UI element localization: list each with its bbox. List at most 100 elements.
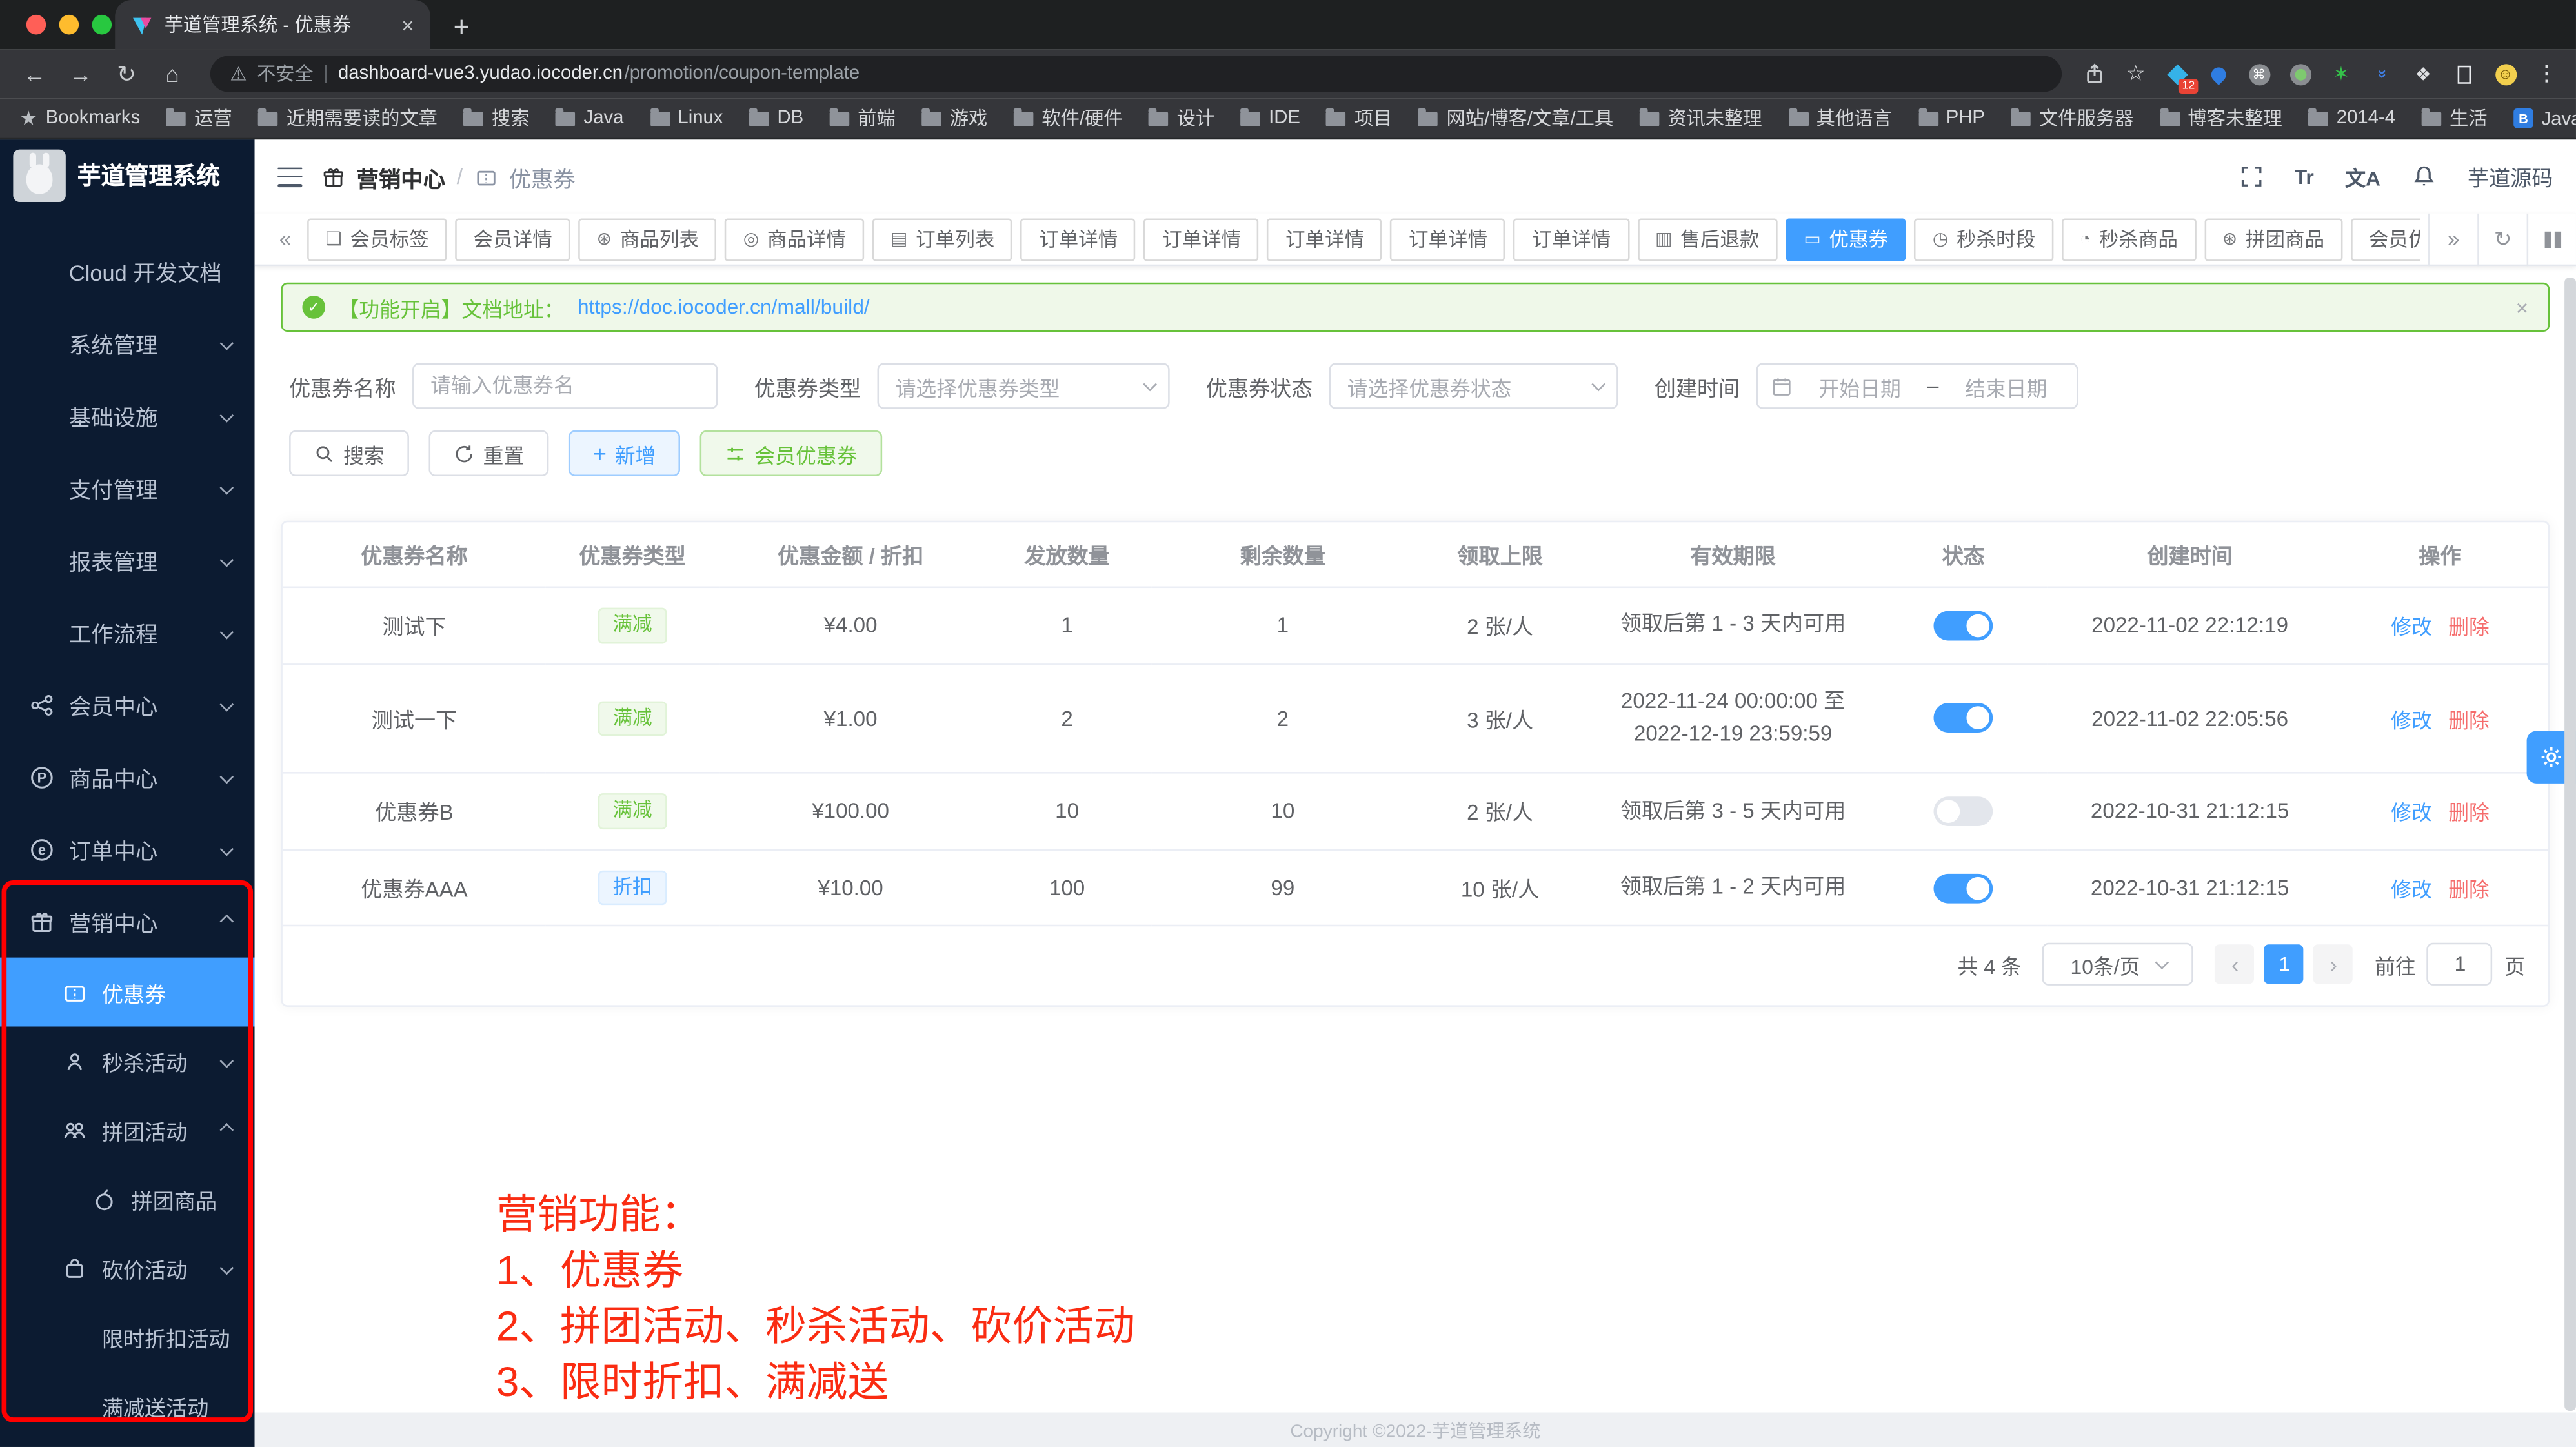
search-button[interactable]: 搜索 bbox=[289, 430, 409, 476]
new-tab-button[interactable]: + bbox=[454, 6, 470, 49]
extension-chevrons-icon[interactable]: » bbox=[2369, 61, 2395, 87]
page-tab[interactable]: 订单详情 bbox=[1144, 218, 1259, 260]
fullscreen-icon[interactable] bbox=[2239, 164, 2263, 188]
sidebar-menu-item[interactable]: 秒杀活动 bbox=[0, 1027, 255, 1096]
edit-link[interactable]: 修改 bbox=[2391, 879, 2432, 902]
page-tab[interactable]: ⊛ 拼团商品 bbox=[2204, 218, 2342, 260]
sidebar-menu-item[interactable]: 拼团活动 bbox=[0, 1095, 255, 1164]
browser-tab[interactable]: 芋道管理系统 - 优惠券 × bbox=[115, 0, 430, 49]
minimize-window-button[interactable] bbox=[59, 15, 79, 35]
status-toggle[interactable] bbox=[1934, 611, 1993, 640]
sidebar-menu-item[interactable]: 基础设施 bbox=[0, 379, 255, 452]
extension-star-icon[interactable]: ✶ bbox=[2328, 61, 2355, 87]
bookmark-item[interactable]: 软件/硬件 bbox=[1014, 105, 1123, 132]
coupon-type-select[interactable]: 请选择优惠券类型 bbox=[878, 363, 1170, 409]
reload-icon[interactable]: ↻ bbox=[108, 60, 145, 88]
end-date-placeholder[interactable]: 结束日期 bbox=[1949, 370, 2064, 401]
extension-panel-icon[interactable] bbox=[2451, 61, 2477, 87]
page-tab[interactable]: ▥ 售后退款 bbox=[1637, 218, 1777, 260]
sidebar-menu-item[interactable]: 系统管理 bbox=[0, 307, 255, 379]
start-date-placeholder[interactable]: 开始日期 bbox=[1802, 370, 1917, 401]
edit-link[interactable]: 修改 bbox=[2391, 709, 2432, 733]
bookmark-item[interactable]: 资讯未整理 bbox=[1640, 105, 1762, 132]
bookmark-item[interactable]: DB bbox=[749, 105, 803, 132]
window-controls[interactable] bbox=[26, 15, 112, 35]
forward-icon[interactable]: → bbox=[63, 61, 99, 87]
prev-page-button[interactable]: ‹ bbox=[2215, 945, 2255, 984]
status-toggle[interactable] bbox=[1934, 796, 1993, 826]
page-tab[interactable]: 订单详情 bbox=[1021, 218, 1136, 260]
delete-link[interactable]: 删除 bbox=[2448, 802, 2490, 825]
bookmark-item[interactable]: 设计 bbox=[1149, 105, 1214, 132]
sidebar-menu-item[interactable]: 订单中心 bbox=[0, 813, 255, 885]
page-tab[interactable]: ◷ 秒杀时段 bbox=[1915, 218, 2053, 260]
current-page-button[interactable]: 1 bbox=[2264, 945, 2304, 984]
share-icon[interactable] bbox=[2082, 61, 2108, 87]
profile-avatar[interactable]: ☺ bbox=[2492, 61, 2519, 87]
app-logo-row[interactable]: 芋道管理系统 bbox=[0, 139, 255, 210]
sidebar-menu-item[interactable]: 工作流程 bbox=[0, 596, 255, 669]
page-scrollbar[interactable] bbox=[2564, 265, 2576, 1447]
bookmark-item[interactable]: IDE bbox=[1241, 105, 1300, 132]
bookmark-item[interactable]: 网站/博客/文章/工具 bbox=[1418, 105, 1613, 132]
sidebar-menu-item[interactable]: 拼团商品 bbox=[0, 1164, 255, 1233]
coupon-status-select[interactable]: 请选择优惠券状态 bbox=[1329, 363, 1618, 409]
status-toggle[interactable] bbox=[1934, 873, 1993, 903]
edit-link[interactable]: 修改 bbox=[2391, 802, 2432, 825]
bookmark-item[interactable]: PHP bbox=[1918, 105, 1985, 132]
bookmark-item[interactable]: 博客未整理 bbox=[2160, 105, 2282, 132]
page-tab[interactable]: 订单详情 bbox=[1391, 218, 1505, 260]
close-window-button[interactable] bbox=[26, 15, 46, 35]
page-tab[interactable]: ▤ 订单列表 bbox=[872, 218, 1012, 260]
home-icon[interactable]: ⌂ bbox=[154, 61, 190, 87]
page-tab[interactable]: ◎ 商品详情 bbox=[725, 218, 864, 260]
sidebar-menu-item[interactable]: 满减送活动 bbox=[0, 1371, 255, 1441]
bookmark-item[interactable]: Java bbox=[556, 105, 623, 132]
page-tab[interactable]: 订单详情 bbox=[1514, 218, 1629, 260]
bookmark-item[interactable]: 2014-4 bbox=[2309, 105, 2395, 132]
sidebar-menu-item[interactable]: 报表管理 bbox=[0, 524, 255, 596]
sidebar-menu-item[interactable]: Cloud 开发文档 bbox=[0, 235, 255, 307]
next-page-button[interactable]: › bbox=[2314, 945, 2353, 984]
status-toggle[interactable] bbox=[1934, 703, 1993, 733]
page-tab[interactable]: ❏ 会员标签 bbox=[308, 218, 447, 260]
bookmark-item[interactable]: 前端 bbox=[830, 105, 896, 132]
bookmark-item[interactable]: 近期需要读的文章 bbox=[258, 105, 438, 132]
sidebar-menu-item[interactable]: 商品中心 bbox=[0, 741, 255, 813]
extension-diamond-icon[interactable]: 12 bbox=[2164, 61, 2190, 87]
refresh-page-icon[interactable]: ↻ bbox=[2477, 213, 2526, 265]
sidebar-menu-item[interactable]: 营销中心 bbox=[0, 885, 255, 958]
coupon-name-input[interactable] bbox=[412, 363, 718, 409]
bookmark-item[interactable]: 项目 bbox=[1327, 105, 1393, 132]
locale-icon[interactable]: 文A bbox=[2345, 161, 2380, 192]
page-tab[interactable]: 订单详情 bbox=[1267, 218, 1382, 260]
member-coupon-button[interactable]: 会员优惠券 bbox=[700, 430, 881, 476]
bookmark-item[interactable]: B Java开发 | 小组首... bbox=[2513, 105, 2576, 132]
page-tab[interactable]: 会员优惠券 bbox=[2351, 218, 2420, 260]
edit-link[interactable]: 修改 bbox=[2391, 616, 2432, 640]
scrollbar-thumb[interactable] bbox=[2564, 278, 2576, 1411]
create-button[interactable]: + 新增 bbox=[569, 430, 681, 476]
sidebar-menu-item[interactable]: 砍价活动 bbox=[0, 1233, 255, 1302]
bookmark-item[interactable]: 游戏 bbox=[921, 105, 987, 132]
sidebar-menu-item[interactable]: 优惠券 bbox=[0, 958, 255, 1027]
tab-close-icon[interactable]: × bbox=[401, 12, 414, 37]
sidebar-menu-item[interactable]: 支付管理 bbox=[0, 452, 255, 524]
bookmark-item[interactable]: Linux bbox=[650, 105, 723, 132]
bookmark-item[interactable]: 文件服务器 bbox=[2011, 105, 2134, 132]
delete-link[interactable]: 删除 bbox=[2448, 616, 2490, 640]
page-tab[interactable]: ▭ 优惠券 bbox=[1786, 218, 1906, 260]
bookmark-item[interactable]: 运营 bbox=[166, 105, 232, 132]
current-user-name[interactable]: 芋道源码 bbox=[2468, 161, 2553, 192]
sidebar-menu-item[interactable]: 会员中心 bbox=[0, 669, 255, 741]
extension-command-icon[interactable]: ⌘ bbox=[2246, 61, 2272, 87]
tabs-scroll-right-icon[interactable]: » bbox=[2428, 213, 2477, 265]
page-tab[interactable]: ◔ 秒杀商品 bbox=[2062, 218, 2196, 260]
collapse-sidebar-icon[interactable] bbox=[277, 167, 302, 187]
page-tab[interactable]: ⊛ 商品列表 bbox=[579, 218, 717, 260]
sidebar-menu-item[interactable]: 限时折扣活动 bbox=[0, 1302, 255, 1371]
alert-close-icon[interactable]: × bbox=[2516, 295, 2528, 319]
bookmark-item[interactable]: 搜索 bbox=[464, 105, 530, 132]
bookmark-item[interactable]: 其他语言 bbox=[1788, 105, 1891, 132]
date-range-picker[interactable]: 开始日期 – 结束日期 bbox=[1756, 363, 2078, 409]
